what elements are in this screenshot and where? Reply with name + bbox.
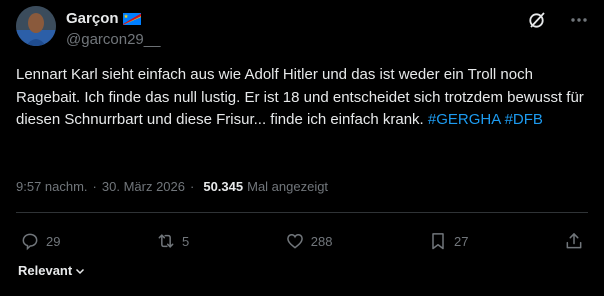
post-time[interactable]: 9:57 nachm. bbox=[16, 179, 88, 194]
reply-button[interactable]: 29 bbox=[20, 231, 60, 251]
views-label: Mal angezeigt bbox=[247, 179, 329, 194]
reply-count: 29 bbox=[46, 233, 61, 249]
sort-label: Relevant bbox=[18, 263, 73, 278]
grok-icon[interactable] bbox=[526, 9, 548, 31]
share-icon bbox=[564, 231, 584, 251]
post: Garçon @garcon29__ Lennart Karl sieht ei… bbox=[0, 0, 604, 296]
post-date[interactable]: 30. März 2026 bbox=[102, 179, 185, 194]
post-body: Lennart Karl sieht einfach aus wie Adolf… bbox=[16, 66, 588, 128]
post-meta: 9:57 nachm. · 30. März 2026 · 50.345 Mal… bbox=[16, 179, 328, 194]
sort-relevant-dropdown[interactable]: Relevant bbox=[18, 263, 86, 278]
avatar-image bbox=[16, 6, 56, 46]
author-handle[interactable]: @garcon29__ bbox=[66, 31, 160, 48]
like-button[interactable]: 288 bbox=[285, 231, 333, 251]
more-icon[interactable] bbox=[568, 9, 590, 31]
top-actions bbox=[526, 9, 590, 31]
view-count: 50.345 bbox=[203, 179, 244, 194]
hashtag-dfb[interactable]: #DFB bbox=[505, 111, 543, 128]
divider-top bbox=[16, 212, 588, 213]
like-icon bbox=[285, 231, 305, 251]
bookmark-count: 27 bbox=[454, 233, 469, 249]
bookmark-icon bbox=[428, 231, 448, 251]
like-count: 288 bbox=[310, 233, 333, 249]
hashtag-gergha[interactable]: #GERGHA bbox=[428, 111, 501, 128]
action-bar: 29 5 288 27 bbox=[20, 228, 584, 254]
repost-icon bbox=[156, 231, 176, 251]
bookmark-button[interactable]: 27 bbox=[428, 231, 468, 251]
post-text: Lennart Karl sieht einfach aus wie Adolf… bbox=[16, 64, 588, 132]
author-name[interactable]: Garçon bbox=[66, 10, 119, 27]
meta-separator-2: · bbox=[190, 179, 195, 194]
reply-icon bbox=[20, 231, 40, 251]
author-name-row: Garçon bbox=[66, 10, 141, 27]
repost-count: 5 bbox=[182, 233, 190, 249]
repost-button[interactable]: 5 bbox=[156, 231, 189, 251]
avatar[interactable] bbox=[16, 6, 56, 46]
share-button[interactable] bbox=[564, 231, 584, 251]
chevron-down-icon bbox=[74, 265, 86, 277]
congo-flag-icon bbox=[122, 12, 141, 25]
meta-separator: · bbox=[92, 179, 97, 194]
